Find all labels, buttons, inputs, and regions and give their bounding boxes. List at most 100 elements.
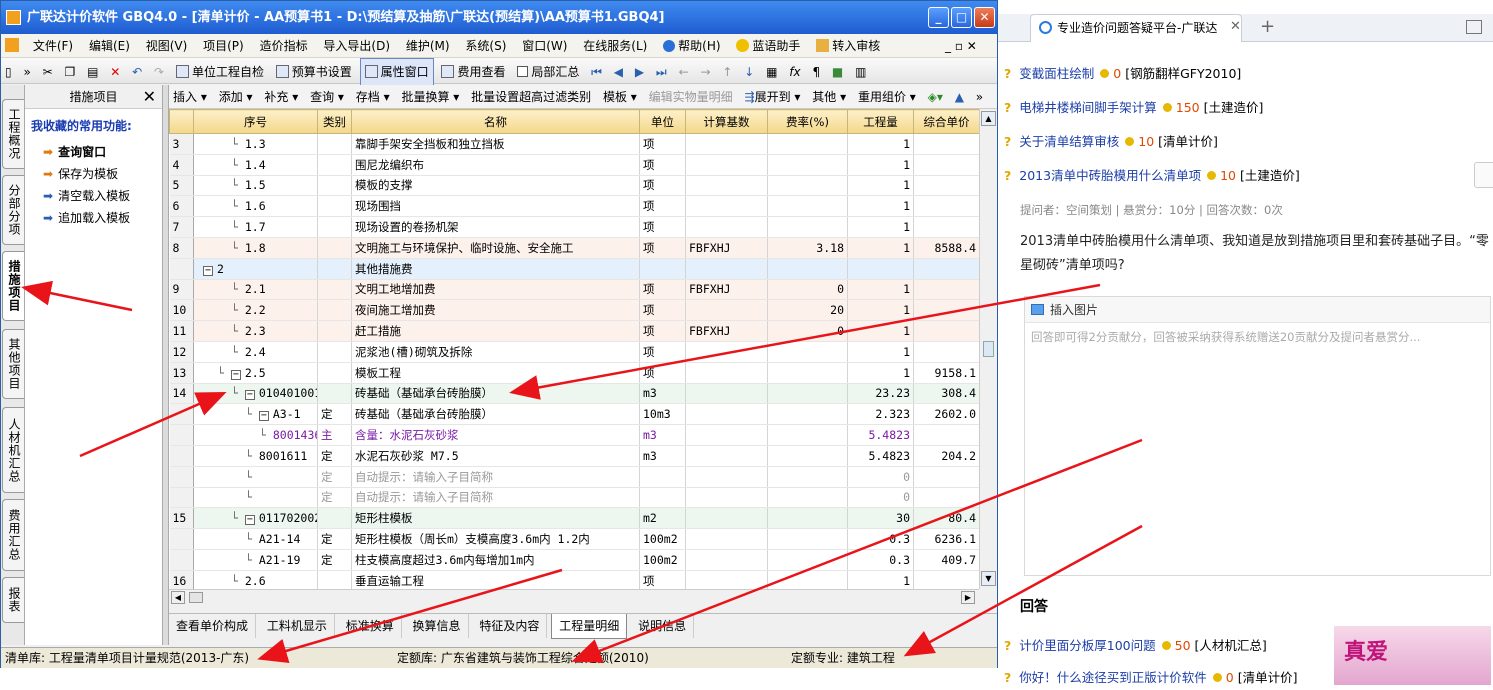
table-row[interactable]: └ 8001611 定水泥石灰砂浆 M7.5 m3 5.4823 204.2 bbox=[169, 445, 979, 467]
grid-vertical-scrollbar[interactable]: ▲ ▼ bbox=[979, 109, 997, 589]
col-header-rate[interactable]: 费率(%) bbox=[767, 109, 848, 134]
move-down-icon[interactable]: ↓ bbox=[740, 59, 758, 85]
category-cell[interactable] bbox=[317, 195, 352, 218]
ad-banner[interactable]: 真爱 bbox=[1334, 626, 1491, 685]
menu-project[interactable]: 项目(P) bbox=[197, 34, 250, 58]
menu-import-export[interactable]: 导入导出(D) bbox=[317, 34, 396, 58]
unit-price-cell[interactable] bbox=[913, 216, 979, 238]
move-up-icon[interactable]: ↑ bbox=[718, 59, 736, 85]
table-row[interactable]: 11 └ 2.3 赶工措施项 FBFXHJ 0 1 bbox=[169, 320, 979, 342]
code-cell[interactable]: └ A21-14 bbox=[193, 528, 318, 550]
code-cell[interactable]: └ 2.4 bbox=[193, 341, 318, 363]
quantity-cell[interactable]: 23.23 bbox=[847, 383, 914, 405]
collapse-icon[interactable]: − bbox=[203, 265, 213, 276]
unit-cell[interactable]: m3 bbox=[639, 445, 686, 467]
answer-box[interactable]: 插入图片 回答即可得2分贡献分，回答被采纳获得系统赠送20贡献分及提问者悬赏分.… bbox=[1024, 296, 1491, 576]
name-cell[interactable]: 矩形柱模板（周长m）支模高度3.6m内 1.2内 bbox=[351, 528, 640, 550]
unit-cell[interactable]: 项 bbox=[639, 154, 686, 176]
table-row[interactable]: 6 └ 1.6 现场围挡项 1 bbox=[169, 195, 979, 218]
category-cell[interactable] bbox=[317, 299, 352, 322]
quantity-cell[interactable]: 5.4823 bbox=[847, 424, 914, 446]
base-cell[interactable] bbox=[685, 133, 768, 155]
unit-cell[interactable]: 100m2 bbox=[639, 528, 686, 550]
unit-cell[interactable]: 100m2 bbox=[639, 549, 686, 571]
rate-cell[interactable]: 20 bbox=[767, 299, 848, 322]
table-row[interactable]: 12 └ 2.4 泥浆池(槽)砌筑及拆除项 1 bbox=[169, 341, 979, 363]
code-cell[interactable]: −2 bbox=[193, 258, 318, 280]
fav-append-load-template[interactable]: ➡ 追加载入模板 bbox=[43, 209, 130, 226]
base-cell[interactable] bbox=[685, 258, 768, 280]
unit-price-cell[interactable] bbox=[913, 258, 979, 280]
batch-convert-menu[interactable]: 批量换算 ▾ bbox=[397, 85, 463, 109]
cut-icon[interactable]: ✂ bbox=[39, 59, 57, 85]
base-cell[interactable] bbox=[685, 383, 768, 405]
insert-menu[interactable]: 插入 ▾ bbox=[169, 85, 211, 109]
table-row[interactable]: └ 定自动提示：请输入子目简称 0 bbox=[169, 487, 979, 509]
question-item[interactable]: ? 关于清单结算审核 10 [清单计价] bbox=[1004, 130, 1218, 154]
name-cell[interactable]: 水泥石灰砂浆 M7.5 bbox=[351, 445, 640, 467]
unit-price-cell[interactable] bbox=[913, 487, 979, 509]
collapse-icon[interactable]: − bbox=[230, 369, 241, 380]
category-cell[interactable] bbox=[317, 216, 352, 238]
code-cell[interactable]: └ − A3-1 bbox=[193, 403, 318, 426]
category-cell[interactable] bbox=[317, 383, 352, 405]
insert-image-icon[interactable] bbox=[1031, 304, 1044, 315]
unit-price-cell[interactable]: 9158.1 bbox=[913, 362, 979, 384]
name-cell[interactable]: 自动提示：请输入子目简称 bbox=[351, 487, 640, 509]
name-cell[interactable]: 柱支模高度超过3.6m内每增加1m内 bbox=[351, 549, 640, 571]
partial-summary-checkbox[interactable] bbox=[517, 66, 529, 77]
table-row[interactable]: └ A21-14 定矩形柱模板（周长m）支模高度3.6m内 1.2内 100m2 0.… bbox=[169, 528, 979, 550]
quantity-cell[interactable]: 0.3 bbox=[847, 528, 914, 550]
question-item[interactable]: ? 你好！什么途径买到正版计价软件 0 [清单计价] bbox=[1004, 666, 1297, 690]
new-file-icon[interactable]: ▯ bbox=[1, 59, 16, 85]
self-check-button[interactable]: 单位工程自检 bbox=[172, 59, 268, 85]
quantity-cell[interactable]: 1 bbox=[847, 320, 914, 342]
table-row[interactable]: 7 └ 1.7 现场设置的卷扬机架项 1 bbox=[169, 216, 979, 238]
collapse-icon[interactable]: − bbox=[244, 390, 255, 401]
col-header-name[interactable]: 名称 bbox=[351, 109, 640, 134]
base-cell[interactable]: FBFXHJ bbox=[685, 320, 768, 342]
name-cell[interactable]: 含量：水泥石灰砂浆 bbox=[351, 424, 640, 446]
name-cell[interactable]: 模板工程 bbox=[351, 362, 640, 384]
code-cell[interactable]: └ 2.1 bbox=[193, 279, 318, 301]
category-cell[interactable]: 定 bbox=[317, 403, 352, 426]
unit-price-cell[interactable] bbox=[913, 279, 979, 301]
paste-icon[interactable]: ▤ bbox=[83, 59, 102, 85]
base-cell[interactable]: FBFXHJ bbox=[685, 237, 768, 259]
category-cell[interactable]: 定 bbox=[317, 466, 352, 488]
col-header-unit[interactable]: 单位 bbox=[639, 109, 686, 134]
table-row[interactable]: 16 └ 2.6 垂直运输工程项 1 bbox=[169, 570, 979, 589]
name-cell[interactable]: 文明施工与环境保护、临时设施、安全施工 bbox=[351, 237, 640, 259]
code-cell[interactable]: └ 1.4 bbox=[193, 154, 318, 176]
quantity-cell[interactable]: 1 bbox=[847, 362, 914, 384]
code-cell[interactable]: └ bbox=[193, 487, 318, 509]
name-cell[interactable]: 文明工地增加费 bbox=[351, 279, 640, 301]
redo-icon[interactable]: ↷ bbox=[150, 59, 168, 85]
unit-cell[interactable]: 项 bbox=[639, 570, 686, 589]
code-cell[interactable]: └ −01040100100 bbox=[193, 383, 318, 405]
code-cell[interactable]: └ 1.7 bbox=[193, 216, 318, 238]
tab-conversion-info[interactable]: 换算信息 bbox=[406, 614, 469, 638]
name-cell[interactable]: 围尼龙编织布 bbox=[351, 154, 640, 176]
category-cell[interactable]: 定 bbox=[317, 549, 352, 571]
quantity-cell[interactable]: 1 bbox=[847, 279, 914, 301]
unit-cell[interactable]: 项 bbox=[639, 279, 686, 301]
next-record-icon[interactable]: ▶ bbox=[631, 59, 648, 85]
category-cell[interactable] bbox=[317, 237, 352, 259]
copy-icon[interactable]: ❐ bbox=[61, 59, 80, 85]
category-cell[interactable] bbox=[317, 279, 352, 301]
reuse-price-menu[interactable]: 重用组价 ▾ bbox=[854, 85, 920, 109]
quantity-cell[interactable]: 1 bbox=[847, 341, 914, 363]
quantity-cell[interactable]: 1 bbox=[847, 195, 914, 218]
toolbar-more-icon[interactable]: » bbox=[19, 59, 34, 85]
name-cell[interactable]: 垂直运输工程 bbox=[351, 570, 640, 589]
unit-price-cell[interactable]: 6236.1 bbox=[913, 528, 979, 550]
unit-cell[interactable]: 10m3 bbox=[639, 403, 686, 426]
menu-help[interactable]: 帮助(H) bbox=[657, 34, 726, 58]
quantity-cell[interactable]: 0 bbox=[847, 487, 914, 509]
paragraph-icon[interactable]: ¶ bbox=[808, 59, 824, 85]
category-cell[interactable] bbox=[317, 154, 352, 176]
unit-price-cell[interactable] bbox=[913, 424, 979, 446]
unit-cell[interactable]: m3 bbox=[639, 383, 686, 405]
code-cell[interactable]: └ −2.5 bbox=[193, 362, 318, 384]
